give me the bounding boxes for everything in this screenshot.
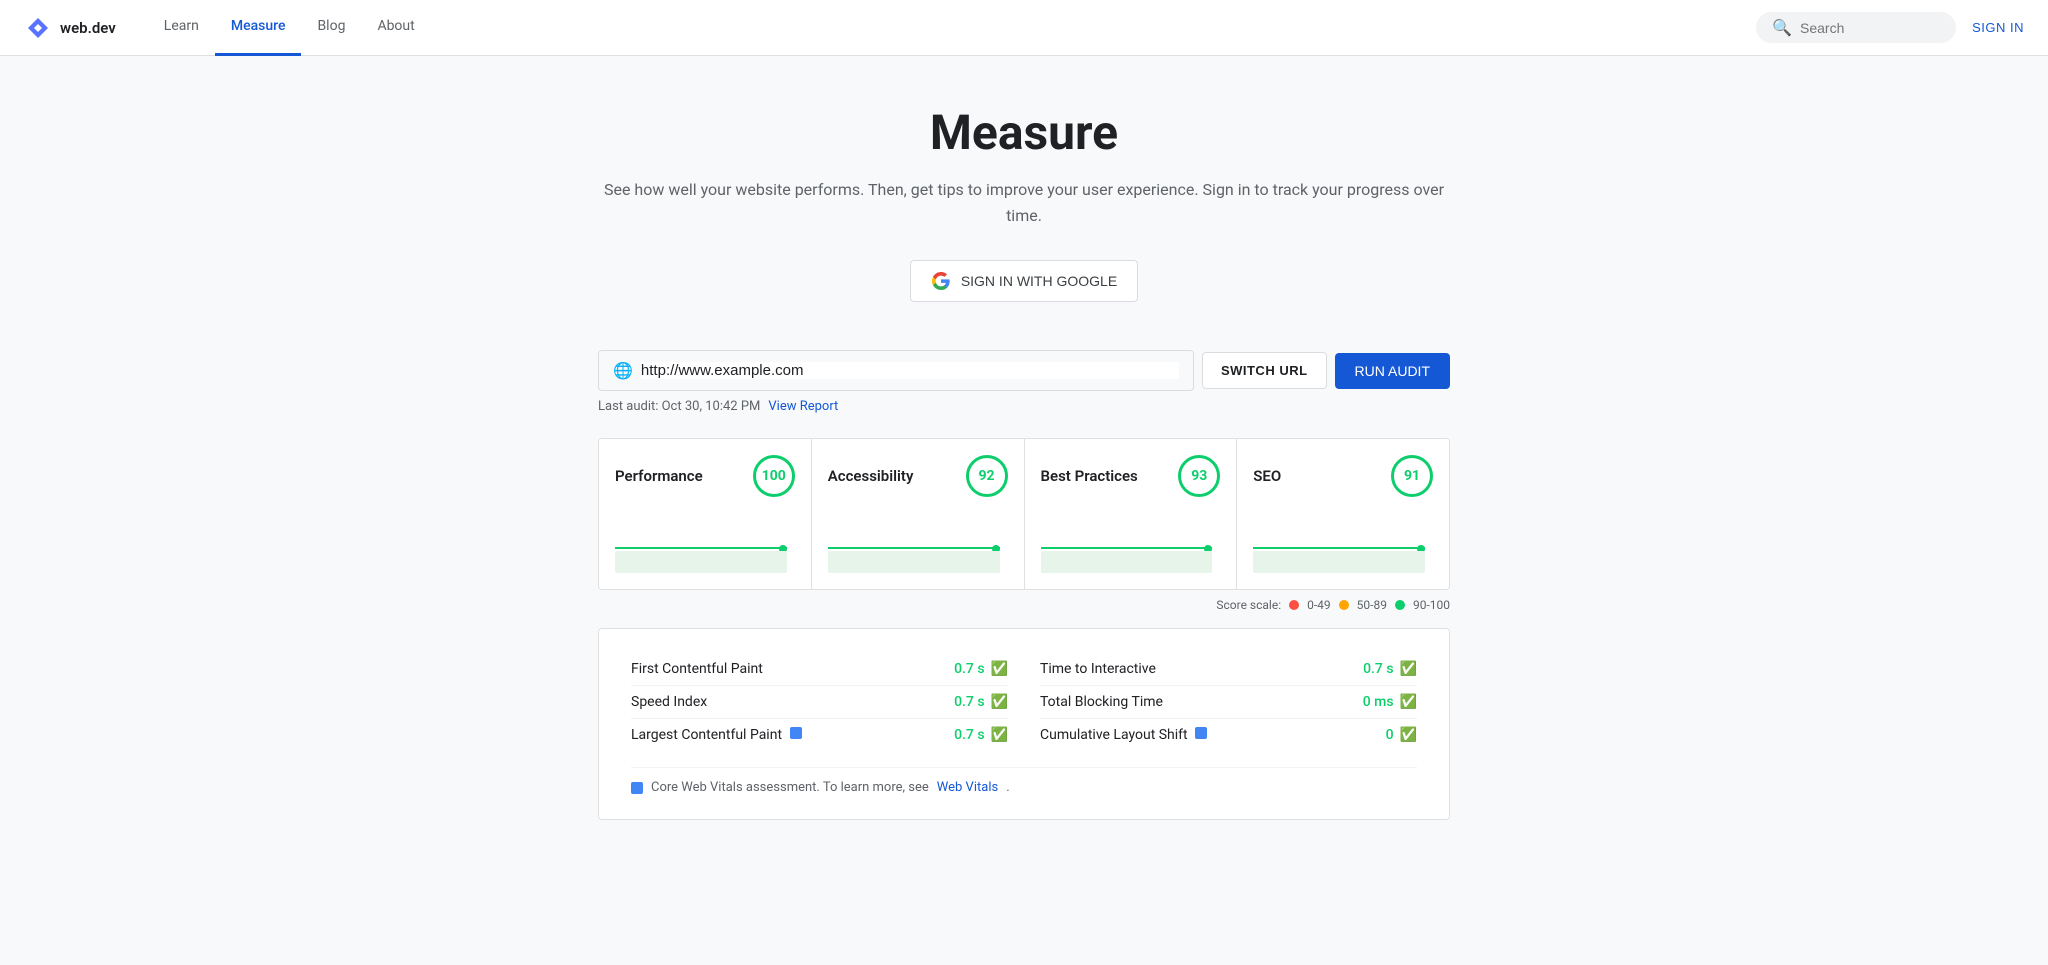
score-card-seo: SEO 91	[1237, 439, 1449, 589]
sign-in-google-button[interactable]: SIGN IN WITH GOOGLE	[910, 260, 1138, 302]
score-range-90-100: 90-100	[1413, 598, 1450, 612]
switch-url-button[interactable]: SWITCH URL	[1202, 352, 1327, 389]
google-btn-label: SIGN IN WITH GOOGLE	[961, 273, 1117, 289]
score-scale-label: Score scale:	[1216, 598, 1281, 612]
cwv-icon-cls	[1195, 727, 1207, 739]
run-audit-button[interactable]: RUN AUDIT	[1335, 353, 1450, 389]
metric-si: Speed Index 0.7 s ✅	[631, 686, 1008, 719]
score-circle-performance: 100	[753, 455, 795, 497]
score-cards: Performance 100 Accessibility 92	[598, 438, 1450, 590]
cwv-badge-icon	[631, 782, 643, 794]
main-content: Measure See how well your website perfor…	[574, 56, 1474, 868]
search-box[interactable]: 🔍	[1756, 12, 1956, 43]
scale-green-dot	[1395, 600, 1405, 610]
scale-orange-dot	[1339, 600, 1349, 610]
score-chart-accessibility	[828, 513, 1008, 573]
view-report-link[interactable]: View Report	[768, 399, 838, 414]
score-card-name-best-practices: Best Practices	[1041, 467, 1138, 485]
score-circle-best-practices: 93	[1178, 455, 1220, 497]
metric-lcp: Largest Contentful Paint 0.7 s ✅	[631, 719, 1008, 751]
score-card-best-practices: Best Practices 93	[1025, 439, 1238, 589]
nav-links: Learn Measure Blog About	[148, 0, 1756, 56]
metric-si-value: 0.7 s ✅	[954, 694, 1008, 710]
score-scale: Score scale: 0-49 50-89 90-100	[598, 598, 1450, 612]
globe-icon: 🌐	[613, 361, 633, 380]
url-bar: 🌐 SWITCH URL RUN AUDIT	[598, 350, 1450, 391]
score-chart-best-practices	[1041, 513, 1221, 573]
web-vitals-link[interactable]: Web Vitals	[937, 780, 998, 795]
score-card-accessibility: Accessibility 92	[812, 439, 1025, 589]
score-card-name-accessibility: Accessibility	[828, 467, 914, 485]
logo[interactable]: web.dev	[24, 14, 116, 42]
metric-fcp: First Contentful Paint 0.7 s ✅	[631, 653, 1008, 686]
logo-text: web.dev	[60, 19, 116, 37]
url-input[interactable]	[641, 362, 1179, 379]
score-circle-accessibility: 92	[966, 455, 1008, 497]
metrics-left: First Contentful Paint 0.7 s ✅ Speed Ind…	[631, 653, 1008, 751]
search-icon: 🔍	[1772, 18, 1792, 37]
fcp-check-icon: ✅	[991, 661, 1008, 677]
score-card-performance: Performance 100	[599, 439, 812, 589]
search-input[interactable]	[1800, 20, 1940, 36]
page-title: Measure	[598, 104, 1450, 161]
tbt-check-icon: ✅	[1400, 694, 1417, 710]
score-range-0-49: 0-49	[1307, 598, 1331, 612]
google-icon	[931, 271, 951, 291]
metrics-box: First Contentful Paint 0.7 s ✅ Speed Ind…	[598, 628, 1450, 820]
cwv-note-suffix: .	[1006, 780, 1009, 795]
metric-tbt: Total Blocking Time 0 ms ✅	[1040, 686, 1417, 719]
nav-measure[interactable]: Measure	[215, 0, 302, 56]
metric-tti-value: 0.7 s ✅	[1363, 661, 1417, 677]
metric-tti: Time to Interactive 0.7 s ✅	[1040, 653, 1417, 686]
metric-si-name: Speed Index	[631, 694, 707, 710]
lcp-check-icon: ✅	[991, 727, 1008, 743]
score-card-name-seo: SEO	[1253, 467, 1281, 485]
cwv-icon-lcp	[790, 727, 802, 739]
cwv-note: Core Web Vitals assessment. To learn mor…	[631, 767, 1417, 795]
metrics-right: Time to Interactive 0.7 s ✅ Total Blocki…	[1040, 653, 1417, 751]
tti-check-icon: ✅	[1400, 661, 1417, 677]
metric-tbt-name: Total Blocking Time	[1040, 694, 1163, 710]
cwv-note-text: Core Web Vitals assessment. To learn mor…	[651, 780, 929, 795]
scale-red-dot	[1289, 600, 1299, 610]
metric-fcp-name: First Contentful Paint	[631, 661, 763, 677]
nav-right: 🔍 SIGN IN	[1756, 12, 2024, 43]
nav-learn[interactable]: Learn	[148, 0, 215, 56]
nav-blog[interactable]: Blog	[301, 0, 361, 56]
score-chart-seo	[1253, 513, 1433, 573]
score-chart-performance	[615, 513, 795, 573]
cls-check-icon: ✅	[1400, 727, 1417, 743]
page-subtitle: See how well your website performs. Then…	[598, 177, 1450, 228]
url-section: 🌐 SWITCH URL RUN AUDIT Last audit: Oct 3…	[598, 350, 1450, 820]
url-input-wrap[interactable]: 🌐	[598, 350, 1194, 391]
score-circle-seo: 91	[1391, 455, 1433, 497]
metric-tbt-value: 0 ms ✅	[1363, 694, 1417, 710]
metric-lcp-name: Largest Contentful Paint	[631, 727, 802, 743]
metric-cls: Cumulative Layout Shift 0 ✅	[1040, 719, 1417, 751]
metric-fcp-value: 0.7 s ✅	[954, 661, 1008, 677]
metric-cls-name: Cumulative Layout Shift	[1040, 727, 1207, 743]
last-audit-text: Last audit: Oct 30, 10:42 PM	[598, 399, 760, 414]
metric-lcp-value: 0.7 s ✅	[954, 727, 1008, 743]
metric-cls-value: 0 ✅	[1386, 727, 1417, 743]
score-range-50-89: 50-89	[1357, 598, 1387, 612]
navbar: web.dev Learn Measure Blog About 🔍 SIGN …	[0, 0, 2048, 56]
sign-in-button[interactable]: SIGN IN	[1972, 20, 2024, 35]
si-check-icon: ✅	[991, 694, 1008, 710]
metrics-grid: First Contentful Paint 0.7 s ✅ Speed Ind…	[631, 653, 1417, 751]
nav-about[interactable]: About	[361, 0, 430, 56]
score-card-name-performance: Performance	[615, 467, 703, 485]
metric-tti-name: Time to Interactive	[1040, 661, 1156, 677]
